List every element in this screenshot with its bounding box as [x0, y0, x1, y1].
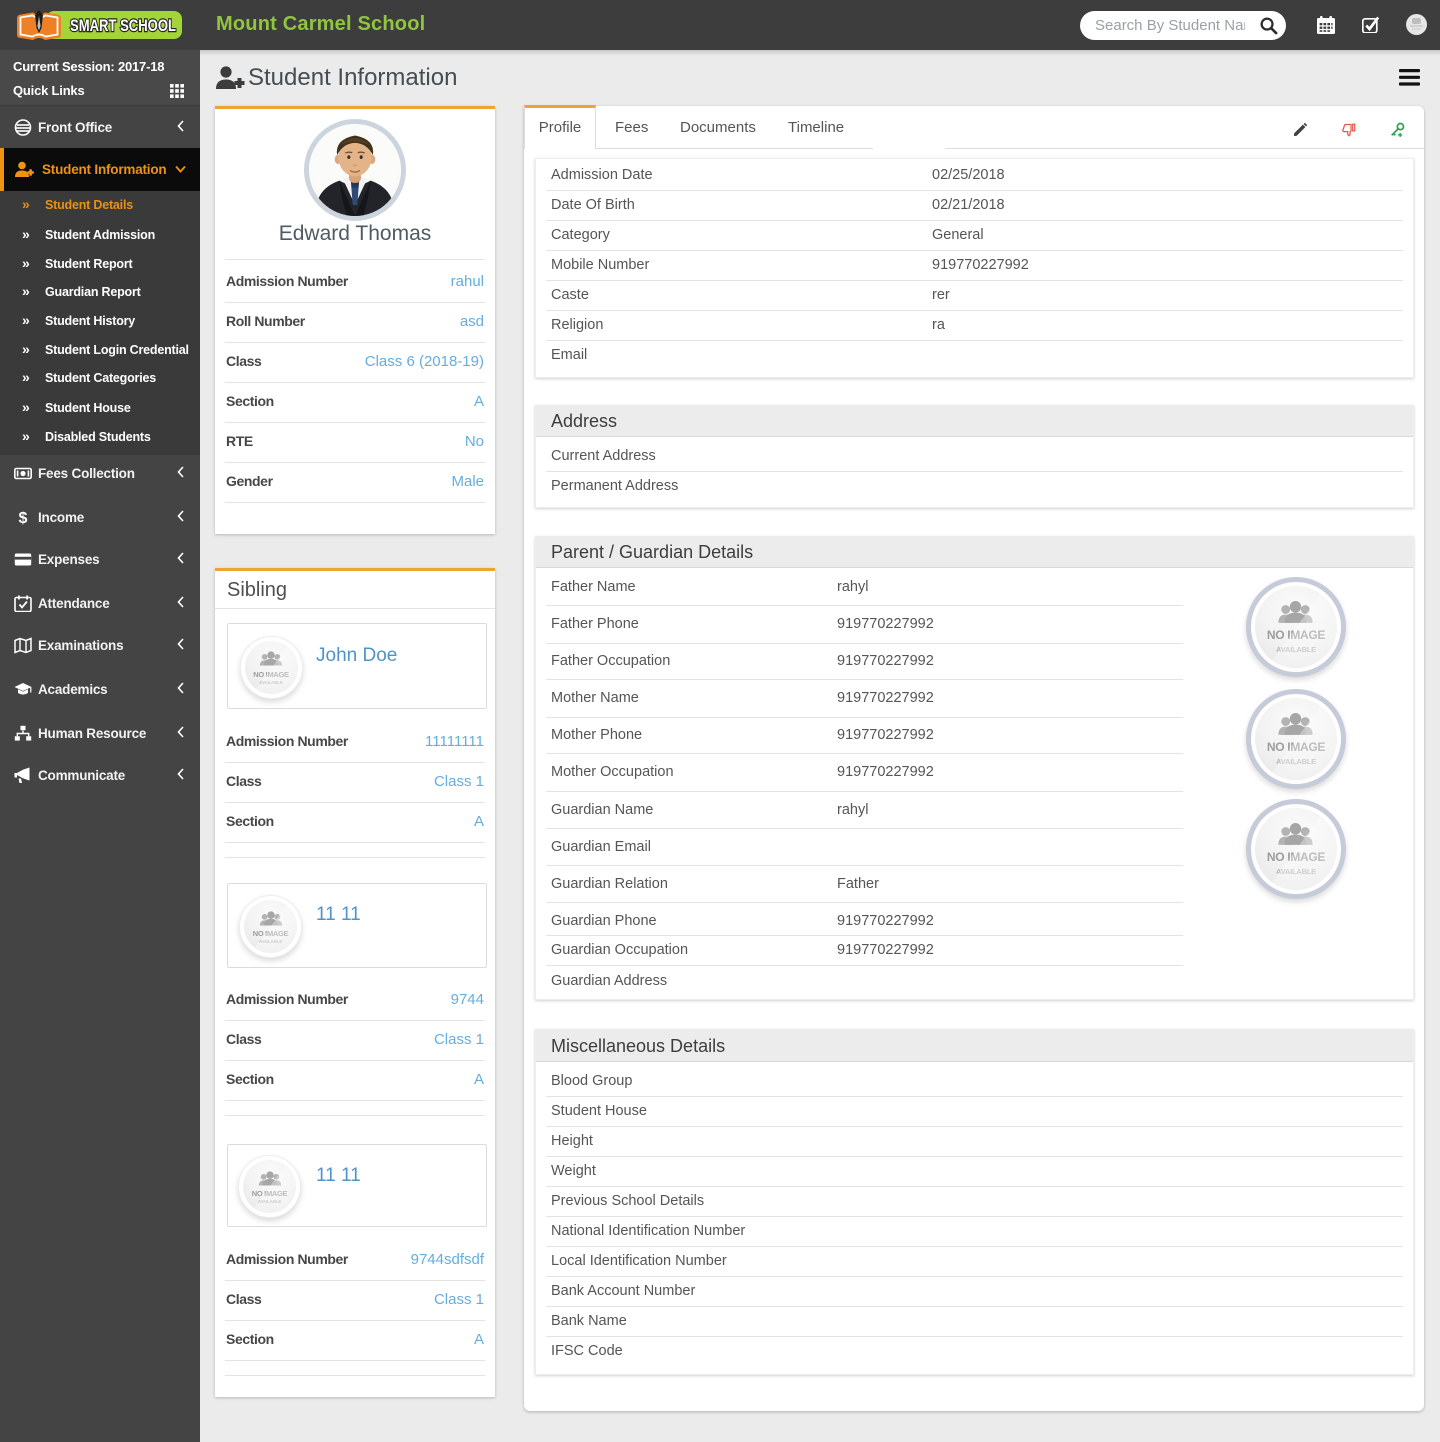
svg-text:SMART SCHOOL: SMART SCHOOL [70, 16, 176, 35]
svg-text:$: $ [19, 510, 28, 526]
